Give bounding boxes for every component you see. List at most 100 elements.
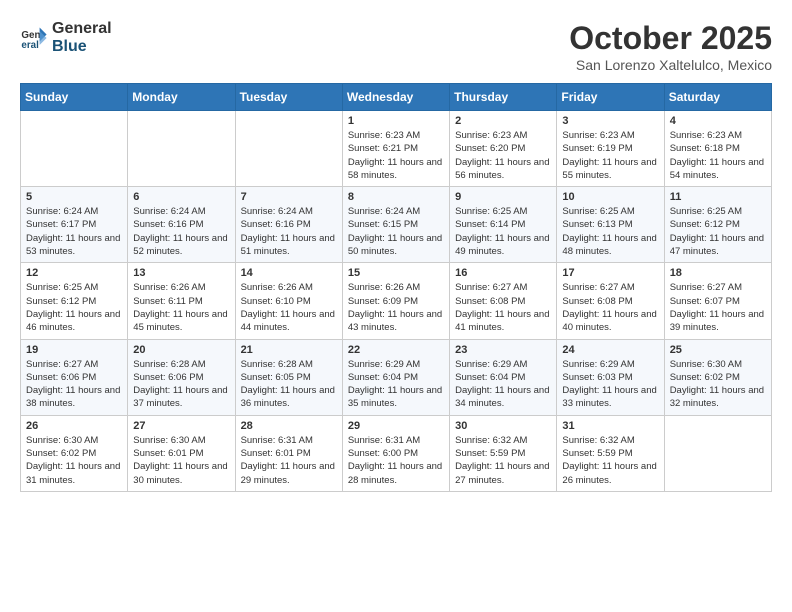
day-info: Sunrise: 6:25 AM Sunset: 6:14 PM Dayligh… — [455, 205, 551, 258]
weekday-header: Sunday — [21, 84, 128, 111]
day-info: Sunrise: 6:28 AM Sunset: 6:06 PM Dayligh… — [133, 358, 229, 411]
day-info: Sunrise: 6:29 AM Sunset: 6:03 PM Dayligh… — [562, 358, 658, 411]
day-number: 7 — [241, 191, 337, 203]
day-number: 16 — [455, 267, 551, 279]
day-number: 25 — [670, 344, 766, 356]
weekday-header: Tuesday — [235, 84, 342, 111]
calendar-cell — [664, 415, 771, 491]
calendar-cell — [21, 111, 128, 187]
day-number: 13 — [133, 267, 229, 279]
day-info: Sunrise: 6:32 AM Sunset: 5:59 PM Dayligh… — [562, 434, 658, 487]
location-title: San Lorenzo Xaltelulco, Mexico — [569, 57, 772, 73]
day-number: 17 — [562, 267, 658, 279]
day-number: 10 — [562, 191, 658, 203]
day-number: 24 — [562, 344, 658, 356]
calendar-week-row: 5 Sunrise: 6:24 AM Sunset: 6:17 PM Daylig… — [21, 187, 772, 263]
calendar-cell: 21 Sunrise: 6:28 AM Sunset: 6:05 PM Dayli… — [235, 339, 342, 415]
calendar-cell: 23Sunrise: 6:29 AM Sunset: 6:04 PM Dayli… — [450, 339, 557, 415]
calendar-cell: 8 Sunrise: 6:24 AM Sunset: 6:15 PM Daylig… — [342, 187, 449, 263]
calendar-week-row: 12 Sunrise: 6:25 AM Sunset: 6:12 PM Dayli… — [21, 263, 772, 339]
calendar-cell — [128, 111, 235, 187]
weekday-header: Saturday — [664, 84, 771, 111]
calendar-cell: 20Sunrise: 6:28 AM Sunset: 6:06 PM Dayli… — [128, 339, 235, 415]
day-info: Sunrise: 6:24 AM Sunset: 6:17 PM Dayligh… — [26, 205, 122, 258]
calendar-cell: 22 Sunrise: 6:29 AM Sunset: 6:04 PM Dayli… — [342, 339, 449, 415]
calendar-cell: 6Sunrise: 6:24 AM Sunset: 6:16 PM Daylig… — [128, 187, 235, 263]
calendar-week-row: 26Sunrise: 6:30 AM Sunset: 6:02 PM Dayli… — [21, 415, 772, 491]
day-info: Sunrise: 6:28 AM Sunset: 6:05 PM Dayligh… — [241, 358, 337, 411]
day-number: 9 — [455, 191, 551, 203]
calendar-cell: 16 Sunrise: 6:27 AM Sunset: 6:08 PM Dayli… — [450, 263, 557, 339]
calendar-cell: 4 Sunrise: 6:23 AM Sunset: 6:18 PM Daylig… — [664, 111, 771, 187]
day-info: Sunrise: 6:24 AM Sunset: 6:16 PM Dayligh… — [241, 205, 337, 258]
day-info: Sunrise: 6:30 AM Sunset: 6:02 PM Dayligh… — [670, 358, 766, 411]
day-info: Sunrise: 6:31 AM Sunset: 6:01 PM Dayligh… — [241, 434, 337, 487]
day-info: Sunrise: 6:30 AM Sunset: 6:02 PM Dayligh… — [26, 434, 122, 487]
calendar-cell: 17 Sunrise: 6:27 AM Sunset: 6:08 PM Dayli… — [557, 263, 664, 339]
weekday-header: Thursday — [450, 84, 557, 111]
calendar-cell: 1Sunrise: 6:23 AM Sunset: 6:21 PM Daylig… — [342, 111, 449, 187]
calendar-cell: 26Sunrise: 6:30 AM Sunset: 6:02 PM Dayli… — [21, 415, 128, 491]
day-number: 11 — [670, 191, 766, 203]
day-number: 6 — [133, 191, 229, 203]
day-info: Sunrise: 6:23 AM Sunset: 6:18 PM Dayligh… — [670, 129, 766, 182]
day-info: Sunrise: 6:26 AM Sunset: 6:10 PM Dayligh… — [241, 281, 337, 334]
calendar-cell: 3Sunrise: 6:23 AM Sunset: 6:19 PM Daylig… — [557, 111, 664, 187]
weekday-header: Monday — [128, 84, 235, 111]
calendar-cell: 7 Sunrise: 6:24 AM Sunset: 6:16 PM Daylig… — [235, 187, 342, 263]
day-number: 5 — [26, 191, 122, 203]
day-number: 29 — [348, 420, 444, 432]
calendar-cell: 30 Sunrise: 6:32 AM Sunset: 5:59 PM Dayli… — [450, 415, 557, 491]
calendar-week-row: 1Sunrise: 6:23 AM Sunset: 6:21 PM Daylig… — [21, 111, 772, 187]
day-info: Sunrise: 6:23 AM Sunset: 6:20 PM Dayligh… — [455, 129, 551, 182]
page-header: Gen eral General Blue October 2025 San L… — [20, 20, 772, 73]
day-number: 14 — [241, 267, 337, 279]
calendar-cell — [235, 111, 342, 187]
day-info: Sunrise: 6:23 AM Sunset: 6:19 PM Dayligh… — [562, 129, 658, 182]
title-area: October 2025 San Lorenzo Xaltelulco, Mex… — [569, 20, 772, 73]
day-info: Sunrise: 6:26 AM Sunset: 6:11 PM Dayligh… — [133, 281, 229, 334]
day-info: Sunrise: 6:29 AM Sunset: 6:04 PM Dayligh… — [348, 358, 444, 411]
calendar-cell: 13 Sunrise: 6:26 AM Sunset: 6:11 PM Dayli… — [128, 263, 235, 339]
day-info: Sunrise: 6:32 AM Sunset: 5:59 PM Dayligh… — [455, 434, 551, 487]
logo-text: General Blue — [52, 20, 112, 56]
calendar-cell: 27 Sunrise: 6:30 AM Sunset: 6:01 PM Dayli… — [128, 415, 235, 491]
day-number: 27 — [133, 420, 229, 432]
calendar-header-row: SundayMondayTuesdayWednesdayThursdayFrid… — [21, 84, 772, 111]
calendar-cell: 15 Sunrise: 6:26 AM Sunset: 6:09 PM Dayli… — [342, 263, 449, 339]
calendar-cell: 24 Sunrise: 6:29 AM Sunset: 6:03 PM Dayli… — [557, 339, 664, 415]
day-number: 4 — [670, 115, 766, 127]
day-info: Sunrise: 6:25 AM Sunset: 6:13 PM Dayligh… — [562, 205, 658, 258]
day-info: Sunrise: 6:27 AM Sunset: 6:07 PM Dayligh… — [670, 281, 766, 334]
calendar-cell: 11Sunrise: 6:25 AM Sunset: 6:12 PM Dayli… — [664, 187, 771, 263]
day-info: Sunrise: 6:30 AM Sunset: 6:01 PM Dayligh… — [133, 434, 229, 487]
day-info: Sunrise: 6:27 AM Sunset: 6:08 PM Dayligh… — [455, 281, 551, 334]
day-number: 31 — [562, 420, 658, 432]
day-number: 30 — [455, 420, 551, 432]
calendar-cell: 9 Sunrise: 6:25 AM Sunset: 6:14 PM Daylig… — [450, 187, 557, 263]
calendar-week-row: 19Sunrise: 6:27 AM Sunset: 6:06 PM Dayli… — [21, 339, 772, 415]
day-number: 22 — [348, 344, 444, 356]
calendar-cell: 31 Sunrise: 6:32 AM Sunset: 5:59 PM Dayli… — [557, 415, 664, 491]
calendar-cell: 25 Sunrise: 6:30 AM Sunset: 6:02 PM Dayli… — [664, 339, 771, 415]
day-number: 18 — [670, 267, 766, 279]
calendar-cell: 19Sunrise: 6:27 AM Sunset: 6:06 PM Dayli… — [21, 339, 128, 415]
day-number: 21 — [241, 344, 337, 356]
day-number: 2 — [455, 115, 551, 127]
day-info: Sunrise: 6:24 AM Sunset: 6:15 PM Dayligh… — [348, 205, 444, 258]
day-info: Sunrise: 6:25 AM Sunset: 6:12 PM Dayligh… — [26, 281, 122, 334]
svg-text:eral: eral — [21, 40, 39, 51]
calendar-cell: 10 Sunrise: 6:25 AM Sunset: 6:13 PM Dayli… — [557, 187, 664, 263]
day-number: 23 — [455, 344, 551, 356]
day-number: 8 — [348, 191, 444, 203]
calendar-table: SundayMondayTuesdayWednesdayThursdayFrid… — [20, 83, 772, 492]
day-info: Sunrise: 6:31 AM Sunset: 6:00 PM Dayligh… — [348, 434, 444, 487]
calendar-cell: 14 Sunrise: 6:26 AM Sunset: 6:10 PM Dayli… — [235, 263, 342, 339]
day-number: 15 — [348, 267, 444, 279]
day-info: Sunrise: 6:26 AM Sunset: 6:09 PM Dayligh… — [348, 281, 444, 334]
calendar-cell: 28Sunrise: 6:31 AM Sunset: 6:01 PM Dayli… — [235, 415, 342, 491]
day-number: 12 — [26, 267, 122, 279]
logo: Gen eral General Blue — [20, 20, 112, 56]
day-info: Sunrise: 6:27 AM Sunset: 6:08 PM Dayligh… — [562, 281, 658, 334]
weekday-header: Friday — [557, 84, 664, 111]
